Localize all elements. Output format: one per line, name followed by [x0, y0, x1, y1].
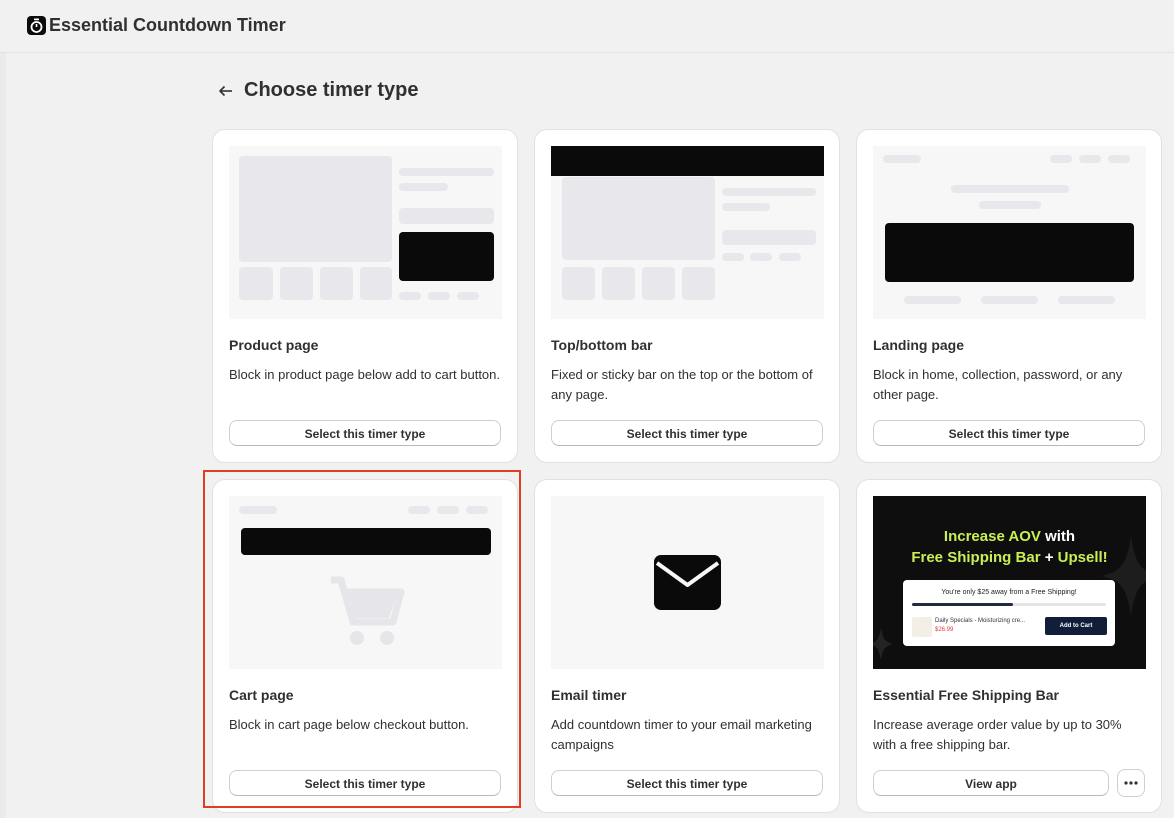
page-title: Choose timer type — [244, 79, 419, 101]
ad-headline-line-1: Increase AOV with — [943, 528, 1076, 545]
stopwatch-icon — [27, 16, 46, 35]
ad-add-to-cart: Add to Cart — [1045, 617, 1107, 635]
app-card-free-shipping-bar[interactable]: Increase AOV with Free Shipping Bar + Up… — [857, 480, 1161, 812]
left-gutter — [0, 53, 6, 818]
cart-page-preview — [229, 496, 502, 669]
app-header: Essential Countdown Timer — [0, 0, 1174, 53]
ad-product-price: $26.99 — [935, 627, 954, 633]
top-bottom-bar-preview — [551, 146, 824, 319]
timer-card-product-page[interactable]: Product page Block in product page below… — [213, 130, 517, 462]
ad-shipping-message: You're only $25 away from a Free Shippin… — [941, 589, 1077, 596]
card-title: Cart page — [229, 687, 294, 703]
cart-icon — [327, 574, 407, 650]
ad-headline-line-2: Free Shipping Bar + Upsell! — [911, 549, 1108, 566]
card-title: Top/bottom bar — [551, 337, 653, 353]
card-description: Block in cart page below checkout button… — [229, 717, 469, 732]
card-title: Product page — [229, 337, 319, 353]
ellipsis-icon[interactable] — [1117, 769, 1145, 797]
card-description: Fixed or sticky bar on the top or the bo… — [551, 367, 813, 402]
card-title: Landing page — [873, 337, 964, 353]
ad-progress-fill — [912, 603, 1013, 606]
card-description: Increase average order value by up to 30… — [873, 717, 1122, 752]
card-title: Essential Free Shipping Bar — [873, 687, 1059, 703]
ad-progress-bar — [912, 603, 1106, 606]
email-timer-preview — [551, 496, 824, 669]
landing-page-preview — [873, 146, 1146, 319]
timer-card-landing-page[interactable]: Landing page Block in home, collection, … — [857, 130, 1161, 462]
card-description: Add countdown timer to your email market… — [551, 717, 812, 752]
card-description: Block in product page below add to cart … — [229, 367, 501, 382]
select-timer-type-button[interactable]: Select this timer type — [873, 420, 1145, 446]
card-description: Block in home, collection, password, or … — [873, 367, 1123, 402]
sparkle-decoration-icon — [873, 628, 893, 660]
product-page-preview — [229, 146, 502, 319]
free-shipping-bar-ad-image: Increase AOV with Free Shipping Bar + Up… — [873, 496, 1146, 669]
timer-card-email-timer[interactable]: Email timer Add countdown timer to your … — [535, 480, 839, 812]
select-timer-type-button[interactable]: Select this timer type — [229, 770, 501, 796]
ad-product-name: Daily Specials - Moisturizing cre... — [935, 618, 1026, 624]
view-app-button[interactable]: View app — [873, 770, 1109, 796]
product-thumbnail — [912, 617, 932, 637]
card-title: Email timer — [551, 687, 627, 703]
arrow-left-icon[interactable] — [217, 82, 235, 100]
timer-card-cart-page[interactable]: Cart page Block in cart page below check… — [213, 480, 517, 812]
select-timer-type-button[interactable]: Select this timer type — [229, 420, 501, 446]
select-timer-type-button[interactable]: Select this timer type — [551, 420, 823, 446]
timer-card-top-bottom-bar[interactable]: Top/bottom bar Fixed or sticky bar on th… — [535, 130, 839, 462]
ad-shipping-bar-mock: You're only $25 away from a Free Shippin… — [903, 580, 1115, 646]
envelope-icon — [654, 555, 721, 610]
app-title: Essential Countdown Timer — [49, 15, 286, 35]
select-timer-type-button[interactable]: Select this timer type — [551, 770, 823, 796]
